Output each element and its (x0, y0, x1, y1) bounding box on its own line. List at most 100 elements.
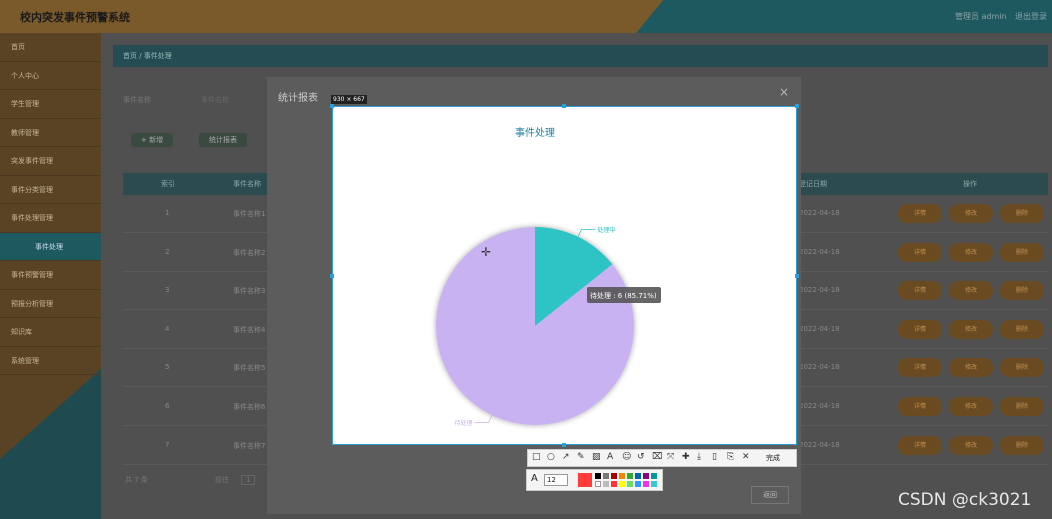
sidebar-item[interactable]: 预报分析管理 (0, 290, 101, 318)
delete-button[interactable]: 删除 (1000, 319, 1044, 339)
active-color-swatch[interactable] (578, 473, 592, 487)
cancel-icon[interactable]: ✕ (742, 452, 750, 462)
color-swatch[interactable] (643, 481, 649, 487)
edit-button[interactable]: 修改 (949, 358, 993, 378)
label-line (474, 415, 493, 423)
color-swatch[interactable] (603, 481, 609, 487)
color-swatch[interactable] (611, 481, 617, 487)
delete-button[interactable]: 删除 (1000, 435, 1044, 455)
edit-button[interactable]: 修改 (949, 204, 993, 223)
pin-icon[interactable]: ✚ (682, 452, 690, 462)
download-icon[interactable]: ⤓ (697, 452, 701, 462)
sidebar-item[interactable]: 首页 (0, 33, 101, 62)
expand-icon[interactable]: ⤧ (667, 452, 674, 462)
arrow-icon[interactable]: ↗ (562, 452, 570, 462)
delete-button[interactable]: 删除 (1000, 358, 1044, 378)
sidebar-item[interactable]: 事件处理管理 (0, 204, 101, 233)
ellipse-icon[interactable]: ○ (547, 452, 555, 462)
edit-button[interactable]: 修改 (949, 281, 993, 301)
sidebar-item[interactable]: 突发事件管理 (0, 147, 101, 176)
pen-icon[interactable]: ✎ (577, 452, 585, 462)
edit-button[interactable]: 修改 (949, 242, 993, 262)
rect-icon[interactable]: □ (532, 452, 541, 462)
detail-button[interactable]: 详情 (898, 319, 942, 339)
sidebar-item[interactable]: 系统管理 (0, 347, 101, 375)
row-index: 4 (165, 324, 170, 333)
sidebar-item[interactable]: 教师管理 (0, 119, 101, 147)
color-swatch[interactable] (619, 481, 625, 487)
font-size-select[interactable]: 12 (544, 474, 568, 486)
emoji-icon[interactable]: ☺ (622, 452, 631, 462)
sidebar-item[interactable]: 事件预警管理 (0, 261, 101, 290)
edit-button[interactable]: 修改 (949, 397, 993, 416)
user-label[interactable]: 管理员 admin (955, 11, 1007, 22)
modal-back-button[interactable]: 返回 (751, 486, 789, 504)
detail-button[interactable]: 详情 (898, 397, 942, 416)
color-swatch[interactable] (635, 473, 641, 479)
chart-tooltip: 待处理 : 6 (85.71%) (587, 287, 661, 303)
color-swatch[interactable] (627, 473, 633, 479)
row-name: 事件名称2 (233, 248, 266, 257)
row-name: 事件名称1 (233, 210, 266, 218)
color-swatch[interactable] (619, 473, 625, 479)
delete-button[interactable]: 删除 (1000, 397, 1044, 416)
detail-button[interactable]: 详情 (898, 358, 942, 378)
header-index: 索引 (161, 180, 175, 188)
watermark: CSDN @ck3021 (898, 490, 1032, 510)
pagination-page-input[interactable]: 1 (241, 475, 256, 485)
save-icon[interactable]: ⎘ (727, 452, 734, 462)
row-index: 7 (165, 440, 170, 449)
delete-button[interactable]: 删除 (1000, 242, 1044, 262)
report-button[interactable]: 统计报表 (199, 133, 247, 147)
resize-handle-tr[interactable] (795, 104, 799, 108)
color-swatch[interactable] (627, 481, 633, 487)
detail-button[interactable]: 详情 (898, 204, 942, 223)
logout-link[interactable]: 退出登录 (1015, 11, 1047, 22)
color-swatch[interactable] (651, 473, 657, 479)
delete-button[interactable]: 删除 (1000, 281, 1044, 301)
color-swatch[interactable] (595, 473, 601, 479)
detail-button[interactable]: 详情 (898, 281, 942, 301)
row-index: 2 (165, 247, 170, 256)
row-name: 事件名称5 (233, 364, 266, 373)
resize-handle-tl[interactable] (330, 104, 334, 108)
tooltip-text: 待处理 : 6 (85.71%) (590, 291, 657, 300)
add-button[interactable]: + 新增 (131, 133, 174, 147)
detail-button[interactable]: 详情 (898, 242, 942, 262)
app-title: 校内突发事件预警系统 (20, 11, 130, 24)
row-name: 事件名称6 (233, 403, 266, 411)
breadcrumb: 首页 / 事件处理 (113, 45, 1048, 67)
sidebar-item[interactable]: 个人中心 (0, 62, 101, 90)
text-icon[interactable]: A (607, 452, 613, 462)
close-icon[interactable]: × (779, 85, 789, 99)
sidebar-item[interactable]: 知识库 (0, 318, 101, 347)
edit-button[interactable]: 修改 (949, 319, 993, 339)
resize-handle-t[interactable] (562, 104, 566, 108)
undo-icon[interactable]: ↺ (637, 452, 645, 462)
edit-button[interactable]: 修改 (949, 435, 993, 455)
resize-handle-l[interactable] (330, 274, 334, 278)
color-swatch[interactable] (595, 481, 601, 487)
delete-button[interactable]: 删除 (1000, 204, 1044, 223)
color-swatch[interactable] (651, 481, 657, 487)
sidebar-item[interactable]: 学生管理 (0, 90, 101, 119)
sidebar-item[interactable]: 事件分类管理 (0, 176, 101, 204)
color-swatch[interactable] (611, 473, 617, 479)
search-input[interactable]: 事件名称 (201, 95, 229, 105)
sidebar-decor (0, 369, 101, 519)
label-line (577, 229, 596, 237)
chart-area: 事件处理 处理中 待处理 待处理 : 6 (85.71%) ✛ (332, 106, 797, 445)
mosaic-icon[interactable]: ▨ (592, 452, 601, 462)
crop-icon[interactable]: ⌧ (652, 452, 662, 462)
row-index: 3 (165, 286, 170, 295)
copy-icon[interactable]: ▯ (712, 452, 717, 462)
done-button[interactable]: 完成 (766, 453, 780, 463)
detail-button[interactable]: 详情 (898, 435, 942, 455)
sidebar-item[interactable]: 事件处理 (0, 232, 101, 261)
app-header: 校内突发事件预警系统 管理员 admin 退出登录 (0, 0, 1052, 33)
resize-handle-r[interactable] (795, 274, 799, 278)
color-swatch[interactable] (603, 473, 609, 479)
resize-handle-b[interactable] (562, 443, 566, 447)
color-swatch[interactable] (635, 481, 641, 487)
color-swatch[interactable] (643, 473, 649, 479)
